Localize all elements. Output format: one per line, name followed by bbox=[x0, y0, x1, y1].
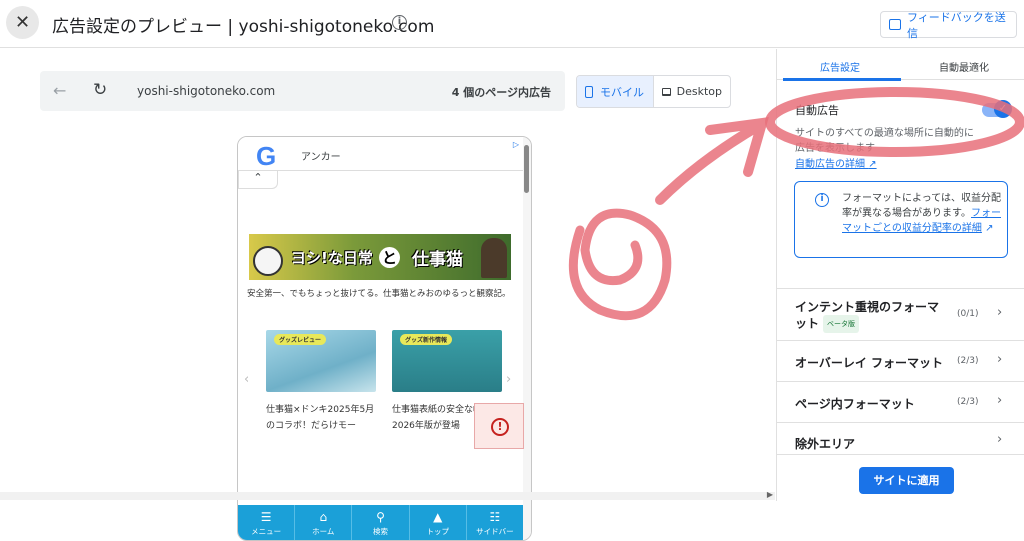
mascot-image bbox=[253, 246, 283, 276]
site-bottom-nav: ☰ メニュー ⌂ ホーム ⚲ 検索 ▲ トップ ☷ サイドバー bbox=[238, 505, 523, 540]
menu-icon: ☰ bbox=[260, 510, 272, 524]
external-link-icon: ↗ bbox=[985, 223, 994, 234]
site-description: 安全第一、でもちょっと抜けてる。仕事猫とみおのゆるっと観察記。 bbox=[247, 289, 511, 299]
auto-ads-label: 自動広告 bbox=[795, 104, 839, 117]
nav-label: ホーム bbox=[312, 527, 335, 536]
section-label-wrap: インテント重視のフォーマット ベータ版 bbox=[795, 299, 945, 333]
section-label: 除外エリア bbox=[795, 437, 856, 451]
mobile-preview-frame: G アンカー ▷ ⌃ ヨシ!な日常 と 仕事猫 安全第一、でもちょっと抜けてる。… bbox=[237, 136, 532, 541]
laptop-icon bbox=[662, 87, 671, 96]
info-box-text: フォーマットによっては、収益分配率が異なる場合があります。フォーマットごとの収益… bbox=[842, 191, 1002, 236]
anchor-collapse-button[interactable]: ⌃ bbox=[238, 171, 278, 189]
settings-tabs: 広告設定 自動最適化 bbox=[777, 49, 1024, 81]
anchor-ad[interactable]: G アンカー ▷ bbox=[238, 137, 523, 171]
scroll-right-icon[interactable]: ▶ bbox=[767, 490, 773, 499]
ad-warning-placeholder[interactable]: ! bbox=[474, 403, 524, 449]
nav-home[interactable]: ⌂ ホーム bbox=[295, 505, 353, 540]
chevron-right-icon: › bbox=[997, 305, 1003, 320]
alert-icon: ! bbox=[491, 418, 509, 436]
preview-url: yoshi-shigotoneko.com bbox=[137, 84, 276, 98]
section-count: (0/1) bbox=[957, 309, 979, 319]
section-excluded-areas[interactable]: 除外エリア › bbox=[777, 422, 1024, 455]
page-title: 広告設定のプレビュー | yoshi-shigotoneko.com bbox=[52, 17, 435, 37]
google-logo-icon: G bbox=[256, 141, 277, 171]
search-icon: ⚲ bbox=[376, 510, 385, 524]
nav-search[interactable]: ⚲ 検索 bbox=[352, 505, 410, 540]
device-desktop-label: Desktop bbox=[676, 85, 722, 98]
nav-top[interactable]: ▲ トップ bbox=[410, 505, 467, 540]
nav-menu[interactable]: ☰ メニュー bbox=[238, 505, 296, 540]
close-button[interactable]: ✕ bbox=[6, 6, 39, 39]
site-banner[interactable]: ヨシ!な日常 と 仕事猫 bbox=[249, 234, 511, 280]
anchor-ad-label: アンカー bbox=[301, 152, 341, 163]
article-tag: グッズレビュー bbox=[274, 334, 327, 345]
back-arrow-icon[interactable]: ← bbox=[53, 81, 66, 100]
reload-icon[interactable]: ↻ bbox=[93, 80, 107, 100]
chevron-right-icon: › bbox=[997, 393, 1003, 408]
chevron-up-icon: ⌃ bbox=[253, 171, 263, 184]
info-circle-icon: i bbox=[815, 193, 829, 207]
top-bar: ✕ 広告設定のプレビュー | yoshi-shigotoneko.com i フ… bbox=[0, 0, 1024, 48]
tab-ad-settings[interactable]: 広告設定 bbox=[820, 59, 860, 74]
section-label: ページ内フォーマット bbox=[795, 397, 915, 411]
article-card[interactable]: グッズレビュー 仕事猫×ドンキ2025年5月のコラボ！だらけモー bbox=[266, 330, 376, 434]
section-label: オーバーレイ フォーマット bbox=[795, 356, 944, 370]
section-count: (2/3) bbox=[957, 397, 979, 407]
preview-pane: ← ↻ yoshi-shigotoneko.com 4 個のページ内広告 モバイ… bbox=[0, 49, 775, 541]
revenue-share-info-box: i フォーマットによっては、収益分配率が異なる場合があります。フォーマットごとの… bbox=[794, 181, 1008, 258]
device-mobile-label: モバイル bbox=[600, 85, 644, 99]
section-in-page-formats[interactable]: ページ内フォーマット (2/3) › bbox=[777, 381, 1024, 422]
preview-url-bar: ← ↻ yoshi-shigotoneko.com 4 個のページ内広告 bbox=[40, 71, 565, 111]
settings-panel: 広告設定 自動最適化 自動広告 ✓ サイトのすべての最適な場所に自動的に広告を表… bbox=[776, 49, 1024, 501]
nav-label: メニュー bbox=[251, 527, 282, 536]
carousel-next-icon[interactable]: › bbox=[506, 372, 511, 387]
article-caption: 仕事猫×ドンキ2025年5月のコラボ！だらけモー bbox=[266, 405, 375, 431]
character-image bbox=[481, 238, 507, 278]
in-page-ad-count: 4 個のページ内広告 bbox=[451, 86, 551, 99]
home-icon: ⌂ bbox=[319, 510, 328, 524]
info-icon[interactable]: i bbox=[392, 15, 407, 30]
external-link-icon: ↗ bbox=[868, 159, 877, 170]
chevron-right-icon: › bbox=[997, 432, 1003, 447]
nav-label: サイドバー bbox=[476, 527, 514, 536]
phone-scrollbar-track[interactable] bbox=[523, 137, 531, 540]
section-label: インテント重視のフォーマット bbox=[795, 300, 940, 331]
article-tag: グッズ新作情報 bbox=[400, 334, 453, 345]
chevron-right-icon: › bbox=[997, 352, 1003, 367]
auto-ads-toggle[interactable]: ✓ bbox=[982, 100, 1012, 118]
send-feedback-label: フィードバックを送信 bbox=[906, 10, 1006, 40]
auto-ads-details-link[interactable]: 自動広告の詳細 ↗ bbox=[795, 155, 877, 170]
feedback-icon bbox=[889, 19, 901, 30]
banner-text-cat: 仕事猫 bbox=[412, 250, 463, 270]
auto-ads-description: サイトのすべての最適な場所に自動的に広告を表示します bbox=[795, 128, 974, 154]
horizontal-scrollbar[interactable]: ▶ bbox=[0, 490, 775, 500]
send-feedback-button[interactable]: フィードバックを送信 bbox=[880, 10, 1017, 40]
nav-sidebar[interactable]: ☷ サイドバー bbox=[467, 505, 523, 540]
sidebar-icon: ☷ bbox=[489, 510, 501, 524]
phone-icon bbox=[585, 85, 593, 98]
active-tab-indicator bbox=[783, 78, 901, 81]
auto-ads-details-text: 自動広告の詳細 bbox=[795, 159, 865, 170]
section-count: (2/3) bbox=[957, 356, 979, 366]
article-thumbnail: グッズ新作情報 bbox=[392, 330, 502, 392]
nav-label: 検索 bbox=[373, 527, 388, 536]
phone-scrollbar-thumb[interactable] bbox=[524, 145, 529, 193]
up-arrow-icon: ▲ bbox=[433, 510, 443, 524]
check-icon: ✓ bbox=[994, 100, 1012, 118]
device-mobile-button[interactable]: モバイル bbox=[577, 76, 654, 107]
beta-badge: ベータ版 bbox=[823, 315, 860, 333]
close-icon: ✕ bbox=[14, 12, 31, 33]
apply-to-site-button[interactable]: サイトに適用 bbox=[859, 467, 954, 494]
section-intent-formats[interactable]: インテント重視のフォーマット ベータ版 (0/1) › bbox=[777, 288, 1024, 340]
section-overlay-formats[interactable]: オーバーレイ フォーマット (2/3) › bbox=[777, 340, 1024, 381]
nav-label: トップ bbox=[426, 527, 449, 536]
article-thumbnail: グッズレビュー bbox=[266, 330, 376, 392]
device-toggle: モバイル Desktop bbox=[576, 75, 731, 108]
banner-text-and: と bbox=[379, 247, 401, 268]
tab-auto-optimize[interactable]: 自動最適化 bbox=[939, 59, 989, 74]
adchoices-icon[interactable]: ▷ bbox=[513, 140, 519, 149]
carousel-prev-icon[interactable]: ‹ bbox=[244, 372, 249, 387]
banner-text-main: ヨシ!な日常 bbox=[291, 249, 373, 267]
device-desktop-button[interactable]: Desktop bbox=[654, 76, 730, 107]
